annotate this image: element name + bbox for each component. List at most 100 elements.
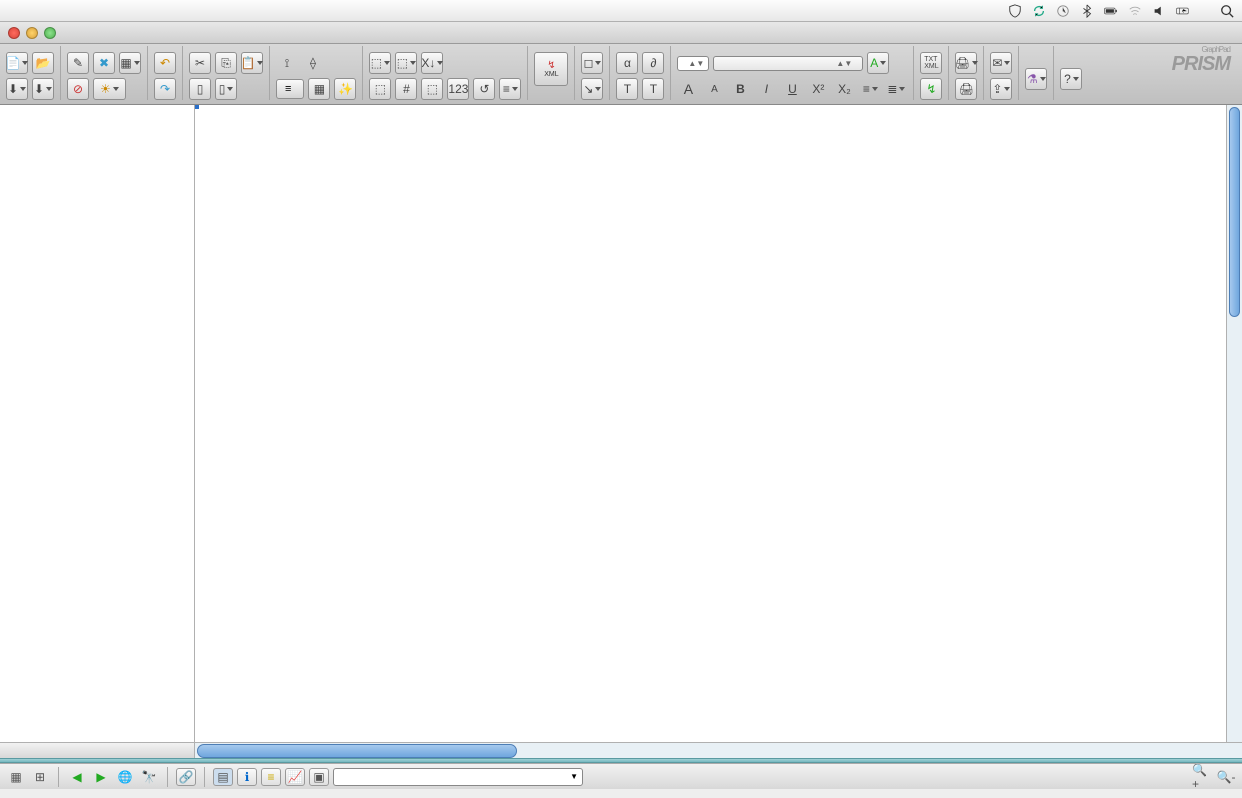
status-bar: ▦ ⊞ ◀ ▶ 🌐 🔭 🔗 ▤ ℹ ≡ 📈 ▣ ▼ 🔍+ 🔍-: [0, 763, 1242, 789]
write-t-button[interactable]: T: [616, 78, 638, 100]
navigator-sidebar[interactable]: [0, 105, 195, 742]
undo-button[interactable]: ↶: [154, 52, 176, 74]
globe-icon[interactable]: 🌐: [115, 768, 135, 786]
toolbar-group-print: 🖨 🖨: [948, 46, 983, 100]
new-file-button[interactable]: 📄: [6, 52, 28, 74]
clipboard-extra2-button[interactable]: ▯: [215, 78, 237, 100]
paste-button[interactable]: 📋: [241, 52, 263, 74]
system-menubar: [0, 0, 1242, 22]
change-b-button[interactable]: #: [395, 78, 417, 100]
italic-button[interactable]: I: [755, 78, 777, 100]
graph-mode-icon[interactable]: 📈: [285, 768, 305, 786]
bars-icon[interactable]: ⟠: [302, 52, 324, 74]
help-button[interactable]: ?: [1060, 68, 1082, 90]
wifi-icon[interactable]: [1128, 4, 1142, 18]
toolbar-group-clipboard: ✂ ⎘ 📋 ▯ ▯: [182, 46, 269, 100]
toolbar-group-import: ↯XML: [527, 46, 574, 100]
spreadsheet-area[interactable]: [195, 105, 1242, 742]
save-button[interactable]: ⬇: [6, 78, 28, 100]
print-button[interactable]: 🖨: [955, 52, 977, 74]
send-mail-button[interactable]: ✉: [990, 52, 1012, 74]
toolbar-group-help: ?: [1053, 46, 1088, 100]
change-e-button[interactable]: ↺: [473, 78, 495, 100]
sheet-settings-button[interactable]: ✎: [67, 52, 89, 74]
write-t2-button[interactable]: T: [642, 78, 664, 100]
zoom-in-icon[interactable]: 🔍+: [1192, 768, 1212, 786]
align-button[interactable]: ≡: [859, 78, 881, 100]
timemachine-icon[interactable]: [1056, 4, 1070, 18]
export-xml-button[interactable]: TXTXML: [920, 52, 942, 74]
view-mode-1-icon[interactable]: ▦: [6, 768, 26, 786]
link-icon[interactable]: 🔗: [176, 768, 196, 786]
bluetooth-icon[interactable]: [1080, 4, 1094, 18]
layout-mode-icon[interactable]: ▣: [309, 768, 329, 786]
toolbar-group-export: TXTXML ↯: [913, 46, 948, 100]
superscript-button[interactable]: X²: [807, 78, 829, 100]
vertical-scrollbar[interactable]: [1226, 105, 1242, 742]
la-button[interactable]: ⚗: [1025, 68, 1047, 90]
cut-button[interactable]: ✂: [189, 52, 211, 74]
wand-button[interactable]: ✨: [334, 78, 356, 100]
print-one-button[interactable]: 🖨: [955, 78, 977, 100]
toolbar-group-sheet: ✎ ✖ ▦ ⊘ ☀: [60, 46, 147, 100]
stats-icon[interactable]: ⟟: [276, 52, 298, 74]
send-other-button[interactable]: ⇪: [990, 78, 1012, 100]
sheet-selector[interactable]: ▼: [333, 768, 583, 786]
decrease-font-button[interactable]: A: [703, 78, 725, 100]
change-c-button[interactable]: ⬚: [421, 78, 443, 100]
write-alpha-button[interactable]: α: [616, 52, 638, 74]
change-f-button[interactable]: ≡: [499, 78, 521, 100]
new-sheet-button[interactable]: ☀: [93, 78, 126, 100]
subscript-button[interactable]: X₂: [833, 78, 855, 100]
change-2-button[interactable]: ⬚: [395, 52, 417, 74]
change-a-button[interactable]: ⬚: [369, 78, 391, 100]
change-d-button[interactable]: 123: [447, 78, 469, 100]
zoom-window-button[interactable]: [44, 27, 56, 39]
minimize-window-button[interactable]: [26, 27, 38, 39]
spotlight-icon[interactable]: [1220, 4, 1234, 18]
draw-arrow-button[interactable]: ↘: [581, 78, 603, 100]
nav-next-button[interactable]: ▶: [91, 768, 111, 786]
clipboard-extra1-button[interactable]: ▯: [189, 78, 211, 100]
draw-shape-button[interactable]: ◻: [581, 52, 603, 74]
sync-icon[interactable]: [1032, 4, 1046, 18]
redo-button[interactable]: ↷: [154, 78, 176, 100]
export-button[interactable]: ↯: [920, 78, 942, 100]
nav-prev-button[interactable]: ◀: [67, 768, 87, 786]
increase-font-button[interactable]: A: [677, 78, 699, 100]
delete-sheet-button[interactable]: ✖: [93, 52, 115, 74]
change-1-button[interactable]: ⬚: [369, 52, 391, 74]
horizontal-scrollbar[interactable]: [195, 742, 1242, 758]
view-mode-2-icon[interactable]: ⊞: [30, 768, 50, 786]
import-button[interactable]: ↯XML: [534, 52, 568, 86]
save-as-button[interactable]: ⬇: [32, 78, 54, 100]
underline-button[interactable]: U: [781, 78, 803, 100]
font-color-button[interactable]: A: [867, 52, 889, 74]
results-mode-icon[interactable]: ≡: [261, 768, 281, 786]
forbid-button[interactable]: ⊘: [67, 78, 89, 100]
volume-icon[interactable]: [1152, 4, 1166, 18]
toolbar-group-write: α ∂ T T: [609, 46, 670, 100]
battery-icon[interactable]: [1104, 4, 1118, 18]
write-symbol-button[interactable]: ∂: [642, 52, 664, 74]
binoculars-icon[interactable]: 🔭: [139, 768, 159, 786]
analyze-button[interactable]: ≡: [276, 79, 304, 99]
open-file-button[interactable]: 📂: [32, 52, 54, 74]
close-window-button[interactable]: [8, 27, 20, 39]
grid-options-button[interactable]: ▦: [308, 78, 330, 100]
data-table-icon[interactable]: ▤: [213, 768, 233, 786]
toolbar-group-la: ⚗: [1018, 46, 1053, 100]
line-spacing-button[interactable]: ≣: [885, 78, 907, 100]
change-3-button[interactable]: X↓: [421, 52, 443, 74]
shield-icon[interactable]: [1008, 4, 1022, 18]
copy-button[interactable]: ⎘: [215, 52, 237, 74]
bold-button[interactable]: B: [729, 78, 751, 100]
toolbar-group-change: ⬚ ⬚ X↓ ⬚ # ⬚ 123 ↺ ≡: [362, 46, 527, 100]
font-size-select[interactable]: ▲▼: [677, 56, 709, 71]
power-icon[interactable]: [1176, 4, 1190, 18]
zoom-out-icon[interactable]: 🔍-: [1216, 768, 1236, 786]
info-mode-icon[interactable]: ℹ: [237, 768, 257, 786]
toolbar-group-file: 📄 📂 ⬇ ⬇: [6, 46, 60, 100]
font-family-select[interactable]: ▲▼: [713, 56, 863, 71]
duplicate-sheet-button[interactable]: ▦: [119, 52, 141, 74]
